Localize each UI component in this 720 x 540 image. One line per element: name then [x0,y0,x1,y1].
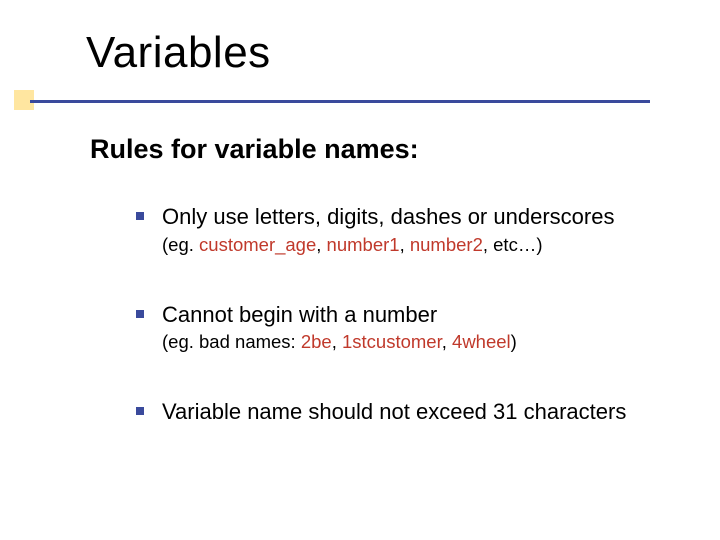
square-bullet-icon [136,212,144,220]
rules-list: Only use letters, digits, dashes or unde… [136,203,680,470]
list-item: Only use letters, digits, dashes or unde… [136,203,680,257]
slide-title: Variables [86,28,271,78]
slide-subtitle: Rules for variable names: [90,134,419,165]
example-term: customer_age [199,234,316,255]
rule-text: Variable name should not exceed 31 chara… [162,398,680,426]
example-term: 4wheel [452,331,511,352]
eg-prefix: (eg. [162,234,199,255]
slide: Variables Rules for variable names: Only… [0,0,720,540]
eg-suffix: ) [511,331,517,352]
square-bullet-icon [136,310,144,318]
rule-example: (eg. customer_age, number1, number2, etc… [162,233,680,257]
example-term: number1 [327,234,400,255]
example-term: 2be [301,331,332,352]
list-item: Cannot begin with a number (eg. bad name… [136,301,680,355]
example-term: number2 [410,234,483,255]
rule-text: Only use letters, digits, dashes or unde… [162,203,680,231]
eg-suffix: , etc…) [483,234,543,255]
list-item: Variable name should not exceed 31 chara… [136,398,680,426]
rule-text: Cannot begin with a number [162,301,680,329]
title-underline [30,100,650,103]
square-bullet-icon [136,407,144,415]
example-term: 1stcustomer [342,331,442,352]
eg-prefix: (eg. bad names: [162,331,301,352]
rule-example: (eg. bad names: 2be, 1stcustomer, 4wheel… [162,330,680,354]
